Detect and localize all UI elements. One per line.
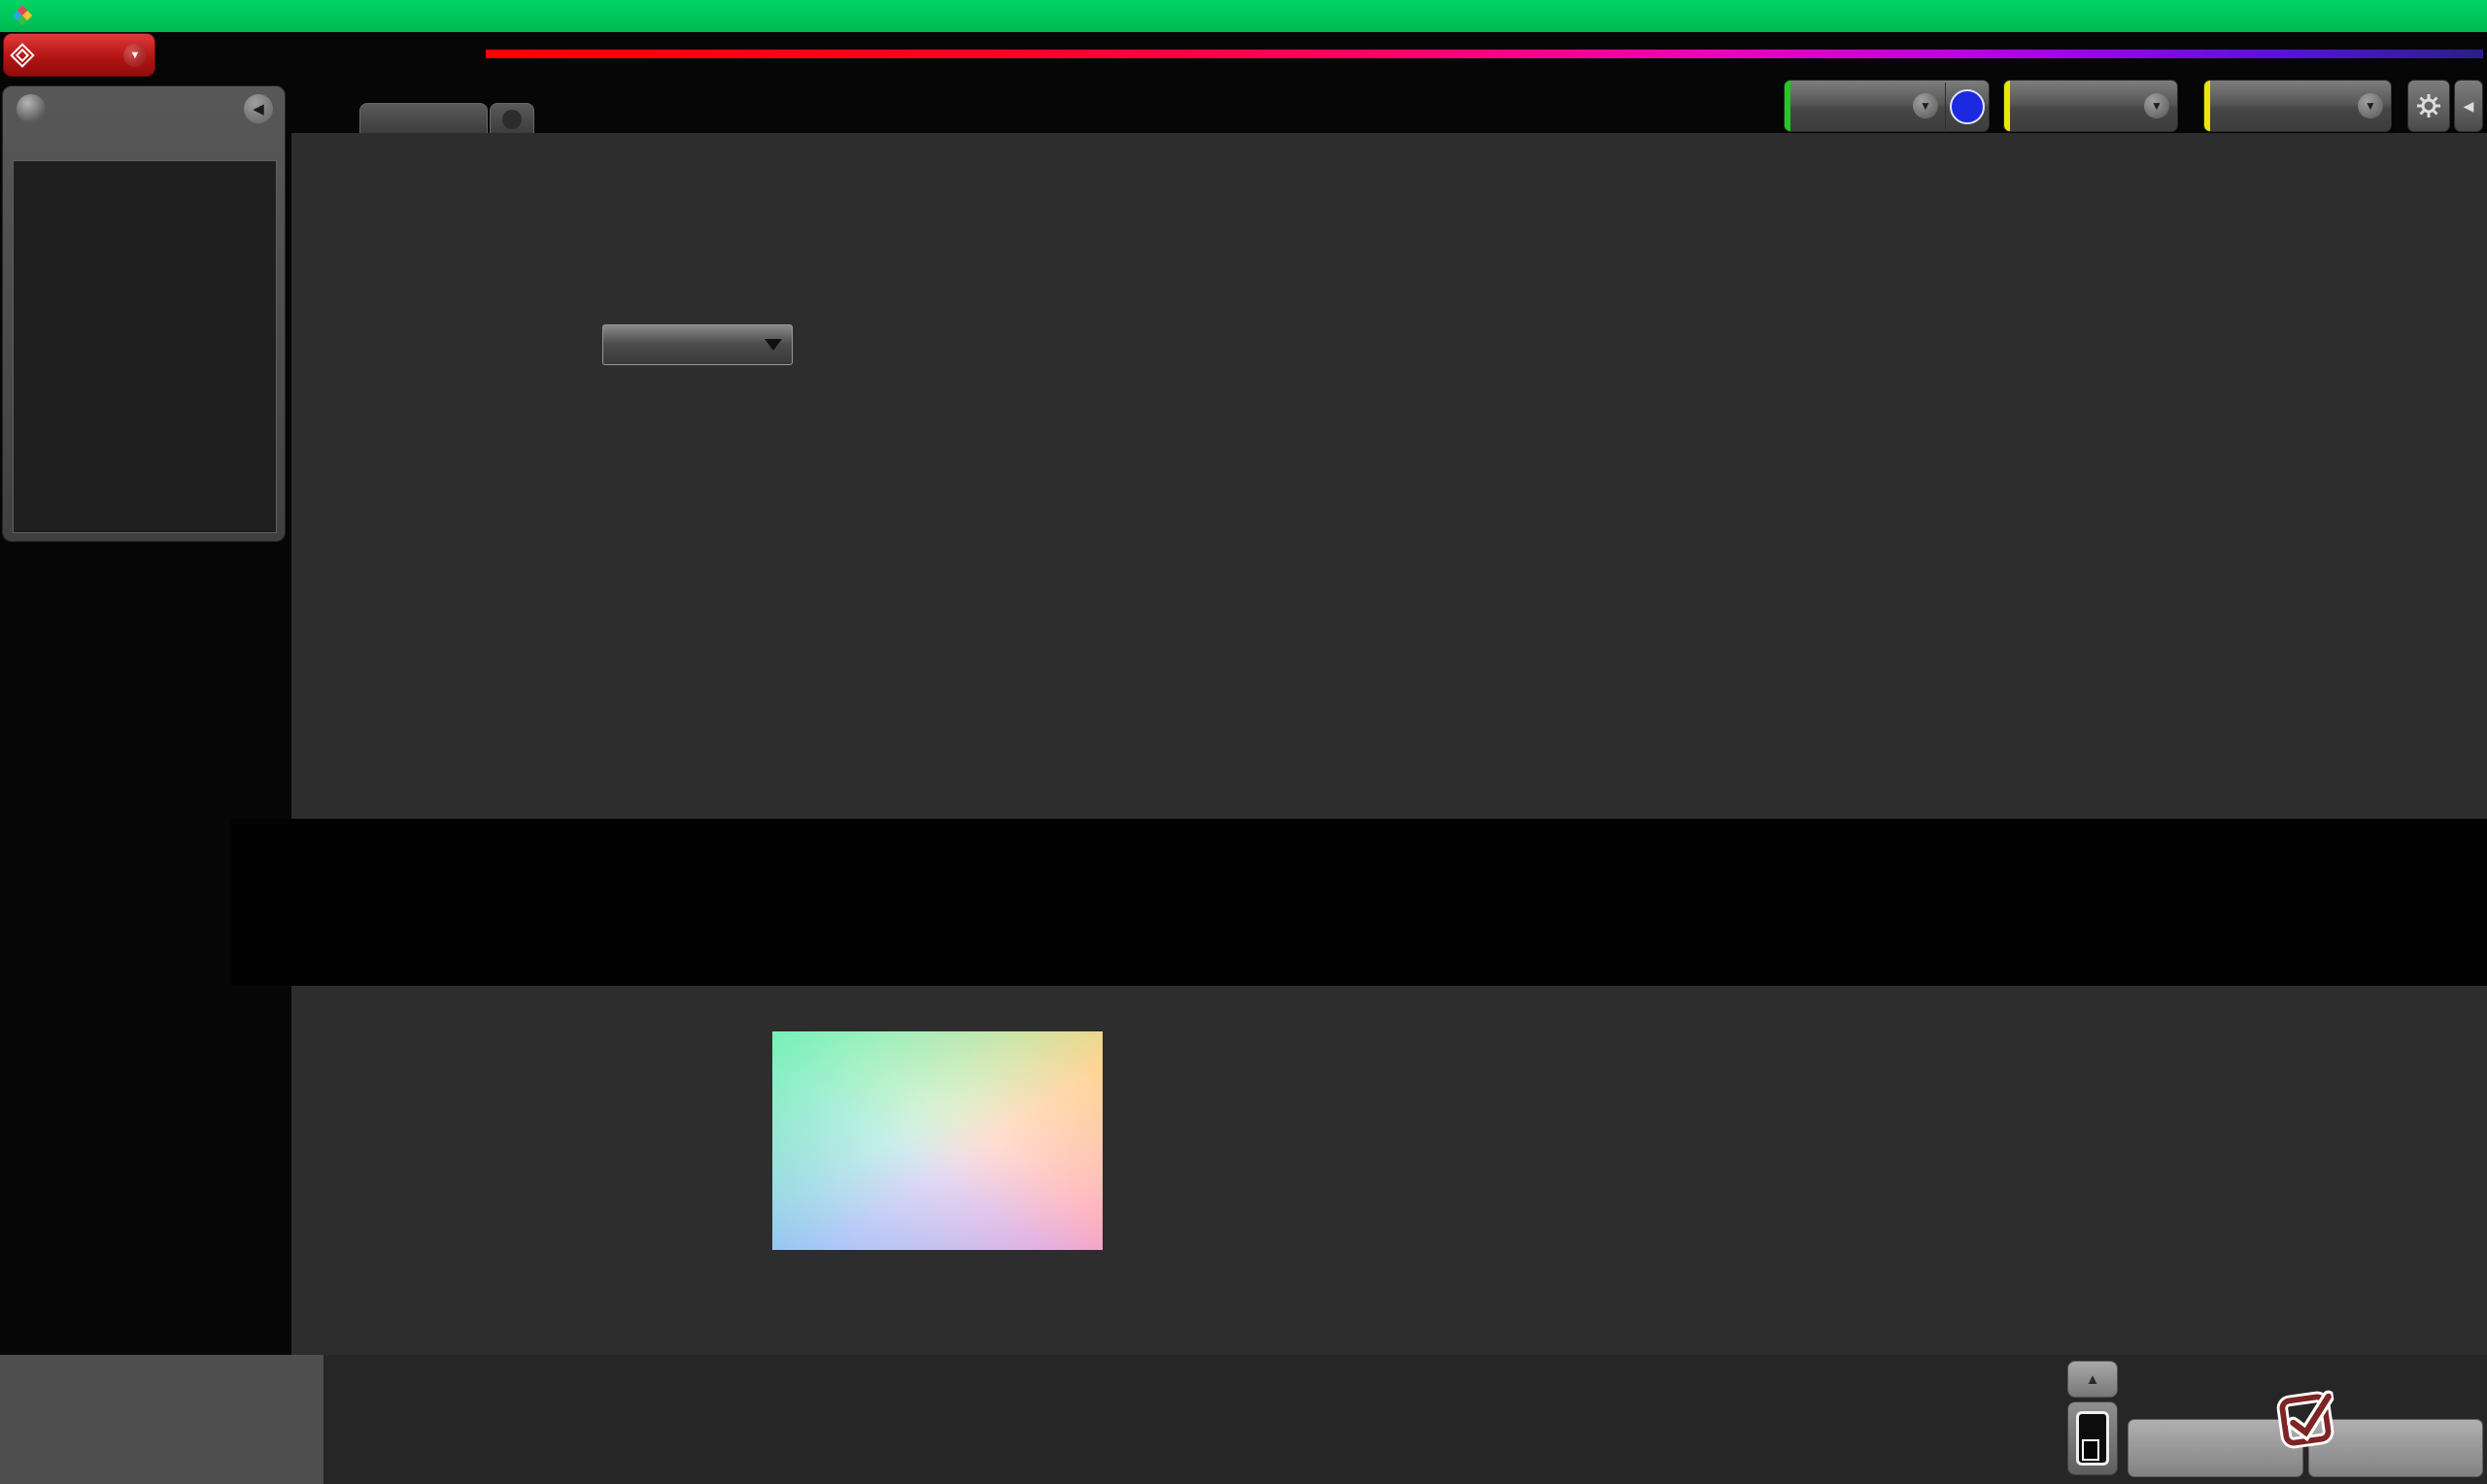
divider xyxy=(1945,83,1946,129)
de-formula-dropdown[interactable] xyxy=(602,324,793,365)
source-dropdown[interactable]: ▼ xyxy=(2003,80,2178,132)
bottom-toolbar: ▲ xyxy=(0,1355,2487,1484)
deltae-bar-chart xyxy=(321,377,782,728)
gamma-chart xyxy=(1875,251,2487,741)
chevron-left-icon: ◀ xyxy=(2464,98,2474,115)
collapse-panel-button[interactable]: ◀ xyxy=(2454,80,2483,132)
chevron-left-icon: ◀ xyxy=(253,100,264,118)
triangle-up-icon: ▲ xyxy=(2086,1371,2100,1388)
meter-count-badge[interactable] xyxy=(1950,89,1985,124)
calman-logo-icon xyxy=(12,45,33,66)
target-row-label xyxy=(339,882,368,935)
workflow-tree xyxy=(13,160,277,533)
meter-dropdown[interactable]: ▼ xyxy=(1784,80,1990,132)
source-status-stripe xyxy=(2004,81,2010,131)
cie-1931-chart xyxy=(748,993,1137,1313)
chevron-down-icon xyxy=(765,339,782,351)
calman-window: ▼ ▼ ▼ ▼ ◀ xyxy=(0,0,2487,1484)
settings-button[interactable] xyxy=(2407,80,2450,132)
grayscale-swatch-strip xyxy=(230,819,2487,986)
gear-icon xyxy=(2415,92,2442,119)
title-bar xyxy=(0,0,2487,32)
sidebar-collapse-button[interactable]: ◀ xyxy=(244,94,273,123)
patch-scroll-up-button[interactable]: ▲ xyxy=(2067,1361,2118,1398)
rgb-balance-bar-chart xyxy=(1605,251,1877,741)
rgb-balance-line-chart xyxy=(806,251,1350,741)
chevron-down-icon: ▼ xyxy=(2358,93,2383,118)
tab-history-1[interactable] xyxy=(359,103,488,134)
maximize-button[interactable] xyxy=(2380,0,2434,32)
calman-app-icon xyxy=(12,5,33,26)
bottom-corner-spacer xyxy=(0,1355,324,1484)
next-button[interactable] xyxy=(2308,1419,2483,1477)
calman-menu-button[interactable]: ▼ xyxy=(3,33,155,77)
minimize-button[interactable] xyxy=(2327,0,2380,32)
back-button[interactable] xyxy=(2128,1419,2303,1477)
cie-overlay xyxy=(748,993,1137,1313)
rainbow-gradient-bar xyxy=(486,50,2483,58)
calman-menu-chevron-icon: ▼ xyxy=(123,44,147,67)
chevron-down-icon: ▼ xyxy=(2144,93,2169,118)
chevron-down-icon: ▼ xyxy=(1913,93,1938,118)
actual-row-label xyxy=(339,828,368,882)
meter-status-stripe xyxy=(1785,81,1790,131)
patch-window-position-button[interactable] xyxy=(2067,1401,2118,1475)
add-icon xyxy=(502,110,522,129)
display-status-stripe xyxy=(2204,81,2210,131)
sidebar-panel: ◀ xyxy=(2,85,286,542)
add-tab-button[interactable] xyxy=(490,103,534,134)
close-button[interactable] xyxy=(2434,0,2487,32)
display-control-dropdown[interactable]: ▼ xyxy=(2203,80,2392,132)
patch-window-icon xyxy=(2076,1411,2109,1466)
pin-button[interactable] xyxy=(17,94,46,123)
